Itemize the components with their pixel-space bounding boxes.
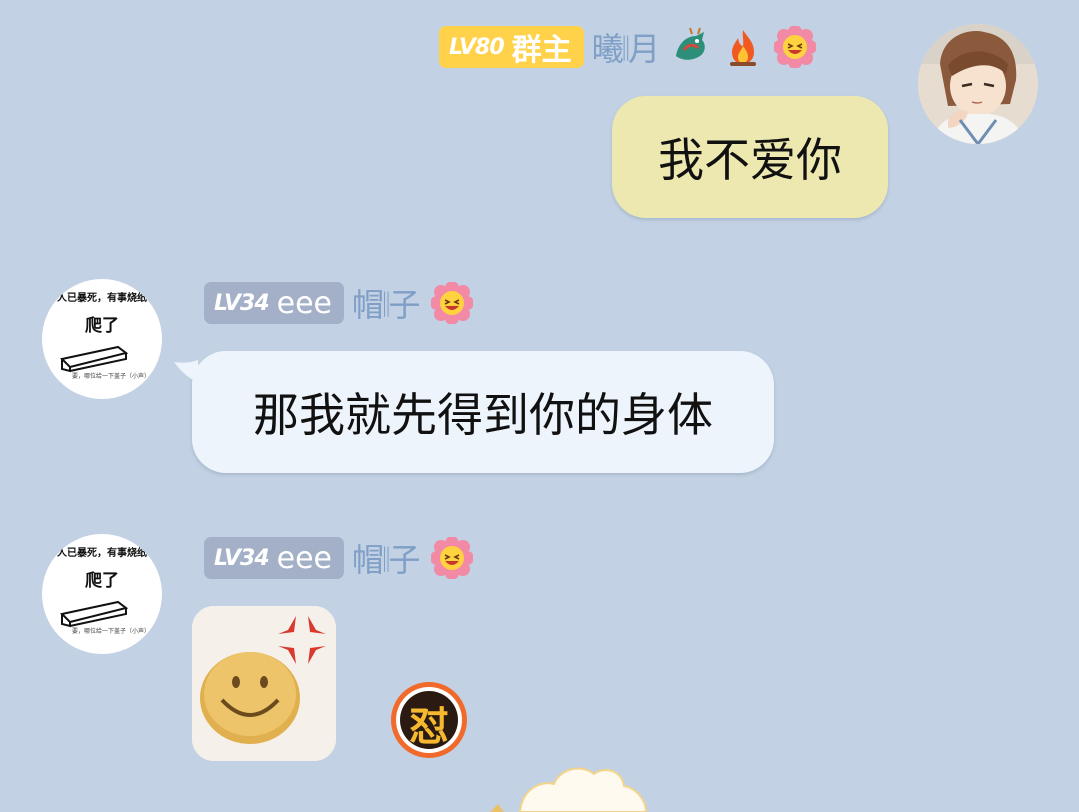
sender-info-row: LV34 eee 帽𝄁子 — [204, 537, 473, 579]
avatar[interactable] — [918, 24, 1038, 144]
laughing-flower-icon — [774, 26, 817, 68]
message-text: 那我就先得到你的身体 — [253, 388, 713, 442]
level-badge-member: LV34 eee — [204, 282, 345, 324]
angry-smiley-sticker — [192, 606, 336, 761]
message-bubble-other[interactable]: 那我就先得到你的身体 — [192, 351, 774, 473]
sender-nickname[interactable]: 帽𝄁子 — [352, 535, 421, 581]
sender-nickname[interactable]: 曦𝄁月 — [592, 24, 661, 70]
member-title: eee — [276, 285, 333, 321]
level-badge-owner: LV80 群主 — [439, 26, 584, 68]
avatar-caption-title: 爬了 — [85, 316, 119, 336]
member-title: eee — [276, 540, 333, 576]
cloud-decoration — [490, 767, 648, 812]
level-badge-member: LV34 eee — [204, 537, 345, 579]
coffin-drawing — [59, 345, 129, 373]
anime-girl-avatar — [918, 24, 1038, 144]
reaction-badge[interactable]: 怼 — [389, 680, 469, 760]
sender-nickname[interactable]: 帽𝄁子 — [352, 280, 421, 326]
level-label: LV34 — [214, 545, 270, 571]
message-text: 我不爱你 — [658, 133, 842, 187]
coffin-drawing — [59, 600, 129, 628]
avatar[interactable]: 人已暴死，有事烧纸 爬了 要，哪位给一下盖子（小声） — [42, 534, 162, 654]
laughing-flower-icon — [430, 282, 473, 324]
fire-icon — [730, 30, 757, 66]
reaction-text: 怼 — [409, 704, 449, 750]
avatar[interactable]: 人已暴死，有事烧纸 爬了 要，哪位给一下盖子（小声） — [42, 279, 162, 399]
level-label: LV80 — [449, 34, 505, 60]
sticker-message[interactable] — [192, 606, 336, 761]
message-bubble-self[interactable]: 我不爱你 — [612, 96, 888, 218]
avatar-caption: 人已暴死，有事烧纸 — [57, 548, 147, 559]
avatar-caption-small: 要，哪位给一下盖子（小声） — [72, 628, 151, 635]
bubble-tail — [174, 360, 198, 382]
level-label: LV34 — [214, 290, 270, 316]
group-owner-title: 群主 — [511, 33, 572, 68]
avatar-caption: 人已暴死，有事烧纸 — [57, 293, 147, 304]
avatar-caption-title: 爬了 — [85, 571, 119, 591]
sender-info-row: LV80 群主 曦𝄁月 — [439, 24, 817, 70]
laughing-flower-icon — [430, 537, 473, 579]
avatar-caption-small: 要，哪位给一下盖子（小声） — [72, 373, 151, 380]
dragon-icon — [676, 27, 705, 60]
sender-info-row: LV34 eee 帽𝄁子 — [204, 282, 473, 324]
